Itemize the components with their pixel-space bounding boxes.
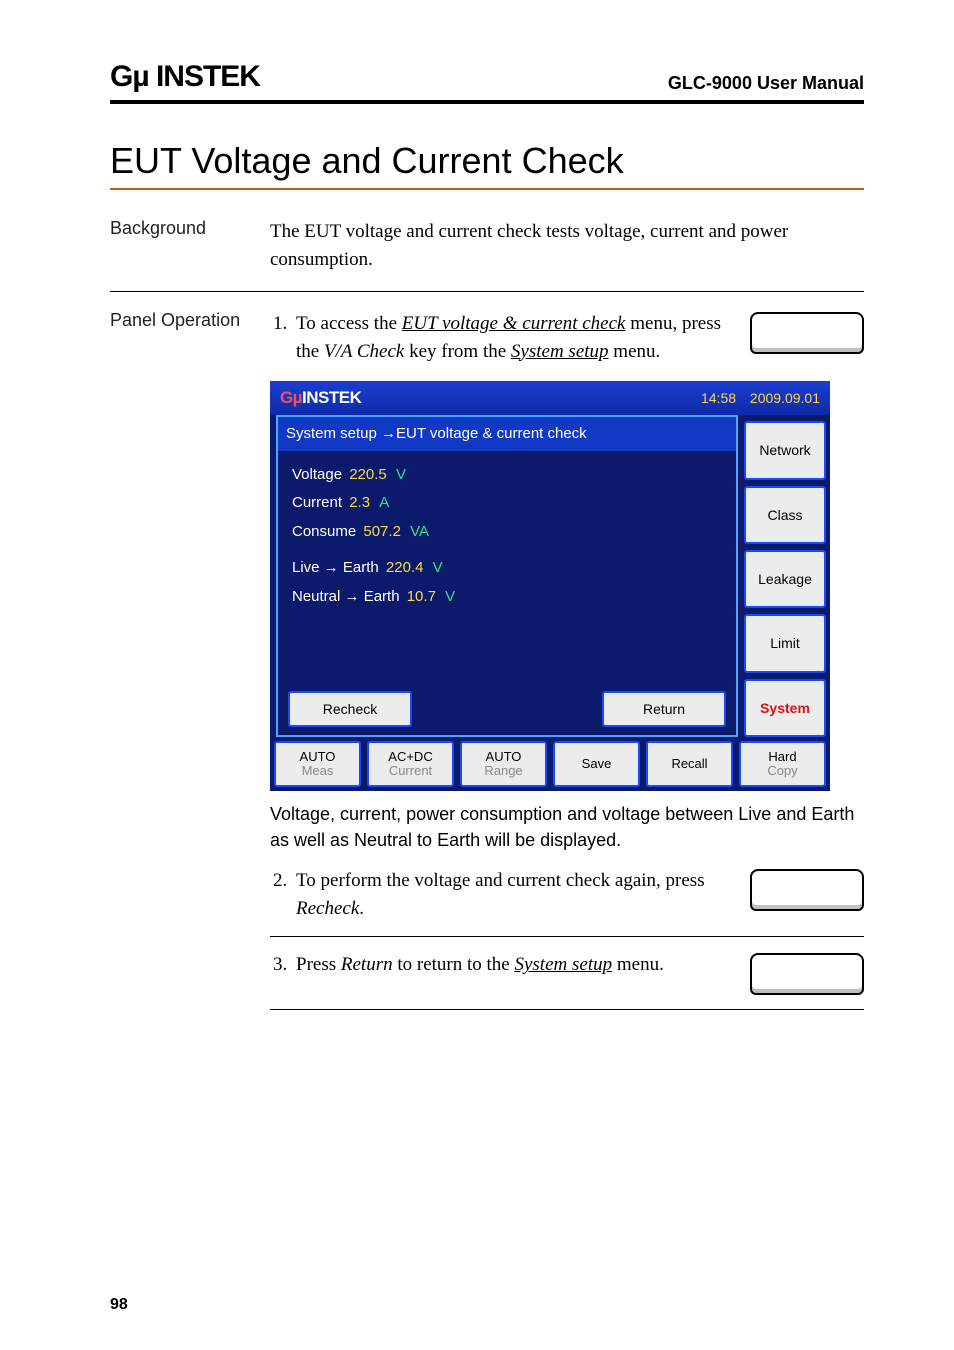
step1-key: V/A Check: [324, 341, 404, 362]
va-check-keycap: [750, 312, 864, 354]
bbtn-4-top: Recall: [671, 757, 707, 771]
screen-body: System setup →EUT voltage & current chec…: [276, 415, 738, 737]
section-title: EUT Voltage and Current Check: [110, 140, 864, 190]
bbtn-acdc-current[interactable]: AC+DC Current: [367, 741, 454, 787]
step1-mid2: key from the: [404, 341, 511, 362]
page: Gµ INSTEK GLC-9000 User Manual EUT Volta…: [0, 0, 954, 1350]
screen-titlebar: GµINSTEK 14:58 2009.09.01: [270, 381, 830, 415]
step-3: Press Return to return to the System set…: [270, 937, 864, 1010]
return-button[interactable]: Return: [602, 691, 726, 727]
step3-key: Return: [341, 954, 393, 975]
side-leakage[interactable]: Leakage: [744, 550, 826, 608]
row-neutral-earth: Neutral → Earth 10.7 V: [292, 583, 722, 612]
screen-brand-rest: INSTEK: [302, 388, 361, 407]
step3-link: System setup: [514, 954, 612, 975]
step1-prefix: To access the: [296, 313, 402, 334]
panel-row: Panel Operation To access the EUT voltag…: [110, 292, 864, 1010]
consume-unit: VA: [410, 523, 429, 540]
screen-date: 2009.09.01: [750, 390, 820, 406]
consume-label: Consume: [292, 523, 356, 540]
step3-mid: to return to the: [393, 954, 515, 975]
screenshot-caption: Voltage, current, power consumption and …: [270, 801, 864, 853]
screen-content: Voltage 220.5 V Current 2.3 A Consume 50…: [278, 451, 736, 618]
bbtn-auto-range[interactable]: AUTO Range: [460, 741, 547, 787]
row-consume: Consume 507.2 VA: [292, 518, 722, 547]
current-value: 2.3: [349, 494, 370, 511]
step3-end: menu.: [612, 954, 664, 975]
side-limit[interactable]: Limit: [744, 614, 826, 672]
screen-mid-buttons: Recheck Return: [288, 691, 726, 727]
step2-end: .: [359, 898, 364, 919]
screen-clock-wrap: 14:58 2009.09.01: [701, 388, 820, 408]
side-network[interactable]: Network: [744, 421, 826, 479]
breadcrumb: System setup →EUT voltage & current chec…: [278, 417, 736, 451]
step1-end: menu.: [609, 341, 661, 362]
neutral-earth-unit: V: [445, 588, 455, 605]
background-text: The EUT voltage and current check tests …: [270, 218, 864, 273]
step-1-text: To access the EUT voltage & current chec…: [270, 310, 730, 365]
side-class[interactable]: Class: [744, 486, 826, 544]
voltage-value: 220.5: [349, 466, 387, 483]
screen-brand: GµINSTEK: [280, 386, 361, 411]
bbtn-5-bot: Copy: [767, 764, 797, 778]
page-number: 98: [110, 1296, 128, 1314]
step1-link: EUT voltage & current check: [402, 313, 626, 334]
bbtn-3-top: Save: [582, 757, 612, 771]
step1-link2: System setup: [511, 341, 609, 362]
live-earth-unit: V: [433, 559, 443, 576]
manual-title: GLC-9000 User Manual: [668, 73, 864, 94]
screen-side-buttons: Network Class Leakage Limit System: [744, 421, 826, 737]
page-header: Gµ INSTEK GLC-9000 User Manual: [110, 60, 864, 104]
consume-value: 507.2: [363, 523, 401, 540]
device-screenshot: GµINSTEK 14:58 2009.09.01 System setup →…: [270, 381, 830, 791]
bbtn-1-top: AC+DC: [388, 750, 432, 764]
neutral-earth-value: 10.7: [407, 588, 436, 605]
live-earth-value: 220.4: [386, 559, 424, 576]
bbtn-5-top: Hard: [768, 750, 796, 764]
bbtn-hardcopy[interactable]: Hard Copy: [739, 741, 826, 787]
step-2-text: To perform the voltage and current check…: [270, 867, 730, 922]
row-live-earth: Live → Earth 220.4 V: [292, 554, 722, 583]
current-label: Current: [292, 494, 342, 511]
step-1: To access the EUT voltage & current chec…: [270, 310, 864, 365]
screen-bottom-buttons: AUTO Meas AC+DC Current AUTO Range Save: [274, 741, 826, 787]
bbtn-auto-meas[interactable]: AUTO Meas: [274, 741, 361, 787]
brand-logo: Gµ INSTEK: [110, 60, 260, 94]
screen-clock: 14:58: [701, 390, 736, 406]
bbtn-save[interactable]: Save: [553, 741, 640, 787]
panel-label: Panel Operation: [110, 310, 270, 1010]
step2-prefix: To perform the voltage and current check…: [296, 870, 705, 891]
bbtn-0-top: AUTO: [300, 750, 336, 764]
step3-prefix: Press: [296, 954, 341, 975]
panel-body: To access the EUT voltage & current chec…: [270, 310, 864, 1010]
live-earth-label: Live → Earth: [292, 559, 379, 576]
screen-brand-prefix: Gµ: [280, 388, 302, 407]
background-label: Background: [110, 218, 270, 273]
step-2: To perform the voltage and current check…: [270, 853, 864, 937]
bbtn-recall[interactable]: Recall: [646, 741, 733, 787]
bbtn-2-top: AUTO: [486, 750, 522, 764]
step2-key: Recheck: [296, 898, 359, 919]
bbtn-0-bot: Meas: [302, 764, 334, 778]
step-3-text: Press Return to return to the System set…: [270, 951, 730, 979]
voltage-label: Voltage: [292, 466, 342, 483]
row-current: Current 2.3 A: [292, 489, 722, 518]
recheck-keycap: [750, 869, 864, 911]
voltage-unit: V: [396, 466, 406, 483]
return-keycap: [750, 953, 864, 995]
recheck-button[interactable]: Recheck: [288, 691, 412, 727]
neutral-earth-label: Neutral → Earth: [292, 588, 400, 605]
side-system[interactable]: System: [744, 679, 826, 737]
current-unit: A: [379, 494, 389, 511]
background-row: Background The EUT voltage and current c…: [110, 200, 864, 292]
row-voltage: Voltage 220.5 V: [292, 461, 722, 490]
bbtn-1-bot: Current: [389, 764, 432, 778]
bbtn-2-bot: Range: [484, 764, 522, 778]
